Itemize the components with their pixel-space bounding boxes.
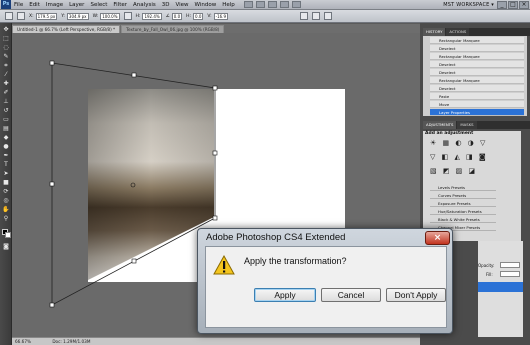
- dialog-title: Adobe Photoshop CS4 Extended: [206, 232, 346, 243]
- transform-handle-bl[interactable]: [49, 302, 55, 308]
- fill-field[interactable]: [500, 271, 520, 277]
- transform-handle-right[interactable]: [212, 150, 218, 156]
- dialog-message: Apply the transformation?: [244, 256, 347, 266]
- preset-item[interactable]: Hue/Saturation Presets: [430, 208, 496, 215]
- history-item[interactable]: Deselect: [430, 69, 524, 76]
- fill-label: Fill:: [486, 272, 493, 277]
- history-item[interactable]: Rectangular Marquee: [430, 37, 524, 44]
- opacity-field[interactable]: [500, 262, 520, 268]
- transform-handle-left[interactable]: [49, 181, 55, 187]
- history-item[interactable]: Rectangular Marquee: [430, 53, 524, 60]
- apply-button[interactable]: Apply: [254, 288, 316, 302]
- tab-history[interactable]: HISTORY: [423, 28, 446, 36]
- layer-row-selected[interactable]: [478, 282, 523, 292]
- apply-transform-dialog: Adobe Photoshop CS4 Extended × Apply the…: [197, 228, 453, 334]
- adjustments-heading: Add an adjustment: [425, 131, 474, 136]
- opacity-label: Opacity:: [478, 263, 495, 268]
- history-item[interactable]: Move: [430, 101, 524, 108]
- transform-handle-tl[interactable]: [49, 60, 55, 66]
- history-item[interactable]: Deselect: [430, 61, 524, 68]
- history-panel-tabs: HISTORY ACTIONS: [423, 28, 530, 36]
- tab-masks[interactable]: MASKS: [457, 121, 477, 129]
- warning-icon: [213, 255, 235, 275]
- preset-item[interactable]: Exposure Presets: [430, 200, 496, 207]
- dialog-body: Apply the transformation? Apply Cancel D…: [205, 246, 447, 328]
- transform-handle-bottom[interactable]: [131, 258, 137, 264]
- texture-shading: [88, 89, 214, 280]
- transform-handle-br[interactable]: [212, 215, 218, 221]
- history-item[interactable]: Rectangular Marquee: [430, 77, 524, 84]
- history-item-selected[interactable]: Layer Properties: [430, 109, 524, 116]
- adjustment-icons-row-2[interactable]: ▽ ◧ ◭ ◨ ◙: [430, 153, 496, 167]
- dialog-close-button[interactable]: ×: [425, 231, 450, 245]
- dont-apply-button[interactable]: Don't Apply: [386, 288, 446, 302]
- status-doc-size: Doc: 1.29M/1.03M: [52, 339, 91, 344]
- status-bar: 66.67% Doc: 1.29M/1.03M: [12, 337, 420, 345]
- cancel-button[interactable]: Cancel: [321, 288, 381, 302]
- adjustment-icons-row-1[interactable]: ☀ ▦ ◐ ◑ ▽: [430, 139, 496, 153]
- status-zoom[interactable]: 66.67%: [15, 339, 31, 344]
- adjustments-panel-tabs: ADJUSTMENTS MASKS: [423, 121, 530, 129]
- adjustment-icons-row-3[interactable]: ▧ ◩ ▨ ◪: [430, 167, 496, 179]
- transform-handle-tr[interactable]: [212, 85, 218, 91]
- tab-adjustments[interactable]: ADJUSTMENTS: [423, 121, 457, 129]
- history-item[interactable]: Deselect: [430, 45, 524, 52]
- preset-item[interactable]: Curves Presets: [430, 192, 496, 199]
- transform-handle-top[interactable]: [131, 72, 137, 78]
- history-item[interactable]: Deselect: [430, 85, 524, 92]
- preset-item[interactable]: Levels Presets: [430, 184, 496, 191]
- tab-actions[interactable]: ACTIONS: [446, 28, 470, 36]
- history-item[interactable]: Paste: [430, 93, 524, 100]
- preset-item[interactable]: Black & White Presets: [430, 216, 496, 223]
